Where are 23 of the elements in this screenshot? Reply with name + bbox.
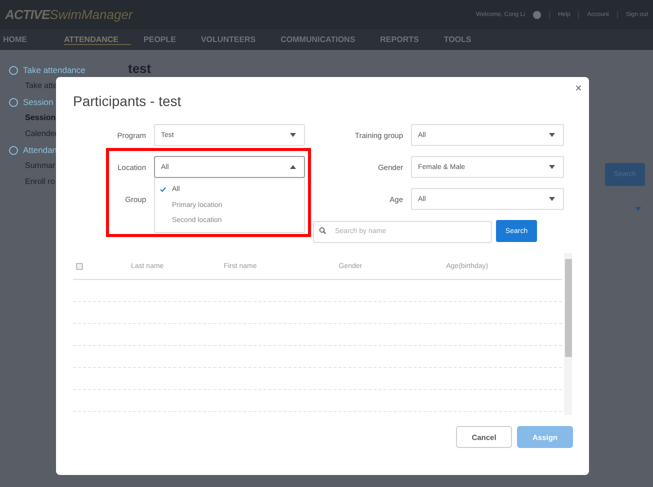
check-icon xyxy=(160,187,166,192)
dialog-title: Participants - test xyxy=(73,92,182,108)
caret-icon xyxy=(549,197,555,201)
select-all-checkbox[interactable] xyxy=(76,262,83,270)
close-button[interactable]: × xyxy=(574,82,582,94)
sidebar-section[interactable]: Attendan xyxy=(23,142,58,158)
caret-icon xyxy=(635,207,641,211)
page-title: test xyxy=(128,61,152,76)
nav-tab[interactable]: COMMUNICATIONS xyxy=(280,35,368,44)
nav-tab[interactable]: VOLUNTEERS xyxy=(200,35,268,44)
nav-tab[interactable]: ATTENDANCE xyxy=(64,34,131,44)
nav-tab[interactable]: PEOPLE xyxy=(144,35,188,44)
sidebar-section[interactable]: Session xyxy=(23,94,54,110)
brand-logo[interactable]: ACTIVESwimManager xyxy=(5,7,133,22)
nav-tab[interactable]: REPORTS xyxy=(380,35,431,44)
caret-icon xyxy=(290,165,296,169)
scrollbar[interactable] xyxy=(564,253,572,415)
nav-tab[interactable]: TOOLS xyxy=(444,35,484,44)
caret-icon xyxy=(549,165,555,169)
sidebar-section[interactable]: Take attendance xyxy=(23,62,86,78)
nav-tab[interactable]: HOME xyxy=(3,35,39,44)
caret-icon xyxy=(549,133,555,137)
caret-icon xyxy=(290,133,296,137)
